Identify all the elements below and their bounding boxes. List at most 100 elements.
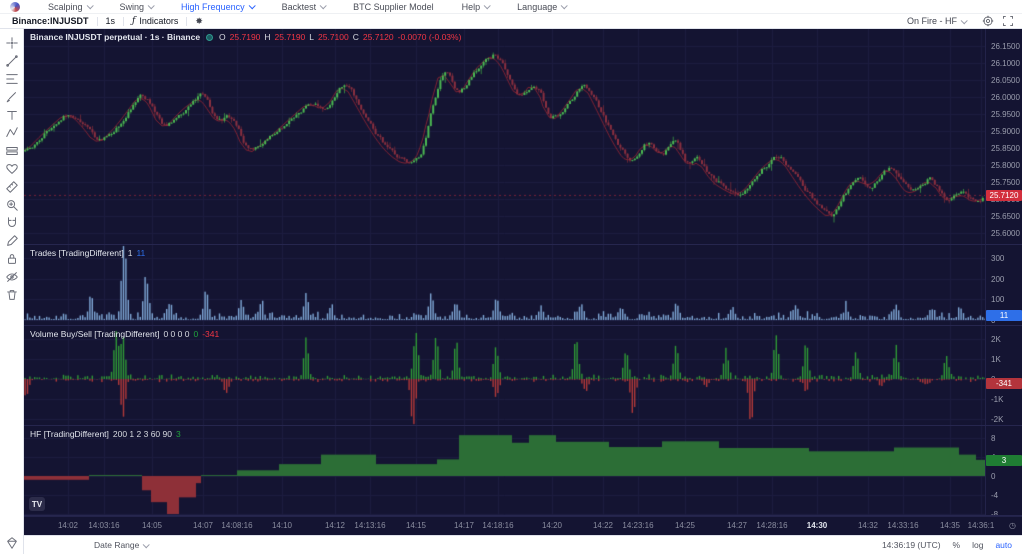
timezone-clock-icon[interactable]: ◷ [1009, 521, 1016, 530]
trend-line-icon [5, 54, 19, 68]
axis-tick-label: 200 [991, 275, 1004, 284]
volume-pane-legend: Volume Buy/Sell [TradingDifferent] 0 0 0… [30, 329, 219, 339]
price-pane[interactable]: Binance INJUSDT perpetual · 1s · Binance… [24, 29, 985, 244]
axis-tick-label: 25.6000 [991, 229, 1020, 238]
pane-separator[interactable] [24, 425, 1022, 426]
time-tick-label: 14:05 [142, 521, 162, 530]
templates-star-button[interactable]: ✸ [187, 14, 211, 29]
tool-magnet[interactable] [3, 215, 21, 230]
volume-pane[interactable]: Volume Buy/Sell [TradingDifferent] 0 0 0… [24, 326, 985, 425]
hf-pane-canvas[interactable] [24, 426, 985, 515]
menu-item-high-frequency[interactable]: High Frequency [167, 0, 268, 14]
chart-toolbar: Binance:INJUSDT 1s ƒ Indicators ✸ On Fir… [0, 14, 1022, 29]
menu-item-backtest[interactable]: Backtest [268, 0, 340, 14]
time-axis[interactable]: ◷ 14:0214:03:1614:0514:0714:08:1614:1014… [24, 516, 1022, 535]
axis-tick-label: 26.1000 [991, 59, 1020, 68]
tool-hide-all[interactable] [3, 269, 21, 284]
menu-item-scalping[interactable]: Scalping [34, 0, 106, 14]
trades-value: 11 [136, 248, 145, 258]
chart-region: Binance INJUSDT perpetual · 1s · Binance… [24, 29, 1022, 535]
clock-utc-label[interactable]: 14:36:19 (UTC) [882, 540, 941, 550]
trades-pane[interactable]: Trades [TradingDifferent] 1 11 [24, 245, 985, 325]
hf-axis[interactable]: 840-4-83 [985, 426, 1022, 515]
tool-xabcd-pattern[interactable] [3, 125, 21, 140]
menu-item-swing[interactable]: Swing [106, 0, 168, 14]
drawing-toolbar [0, 29, 24, 554]
volume-buy-value: 0 [193, 329, 198, 339]
tradingview-logo[interactable]: TV [29, 497, 45, 511]
time-tick-label: 14:10 [272, 521, 292, 530]
menu-item-help[interactable]: Help [448, 0, 504, 14]
hf-title[interactable]: HF [TradingDifferent] [30, 429, 109, 439]
symbol-description-label[interactable]: Binance INJUSDT perpetual · 1s · Binance [30, 32, 200, 42]
menu-items: Scalping Swing High FrequencyBacktestBTC S… [34, 0, 580, 14]
pane-separator[interactable] [24, 325, 1022, 326]
open-value: 25.7190 [230, 32, 261, 42]
tool-trend-line[interactable] [3, 53, 21, 68]
log-scale-button[interactable]: log [972, 540, 983, 550]
toolbar-right: On Fire - HF [899, 14, 1022, 29]
price-pane-canvas[interactable] [24, 29, 985, 244]
tool-drawing-mode[interactable] [3, 233, 21, 248]
tool-text[interactable] [3, 107, 21, 122]
trades-title[interactable]: Trades [TradingDifferent] [30, 248, 124, 258]
menu-bar: Scalping Swing High FrequencyBacktestBTC S… [0, 0, 1022, 14]
time-tick-label: 14:13:16 [354, 521, 385, 530]
indicators-button[interactable]: ƒ Indicators [124, 14, 186, 29]
volume-axis[interactable]: 2K1K0-1K-2K-341 [985, 326, 1022, 425]
hf-pane[interactable]: HF [TradingDifferent] 200 1 2 3 60 90 3 [24, 426, 985, 515]
change-value: -0.0070 (-0.03%) [398, 32, 462, 42]
magnet-icon [5, 216, 19, 230]
status-bar: Date Range 14:36:19 (UTC) % log auto [24, 535, 1022, 554]
symbol-search-button[interactable]: Binance:INJUSDT [4, 14, 97, 29]
pane-separator[interactable] [24, 515, 1022, 516]
tool-fib-retracement[interactable] [3, 71, 21, 86]
time-tick-label: 14:17 [454, 521, 474, 530]
time-tick-label: 14:07 [193, 521, 213, 530]
tool-emoji[interactable] [3, 161, 21, 176]
crosshair-icon [5, 36, 19, 50]
auto-scale-button[interactable]: auto [995, 540, 1012, 550]
time-tick-label: 14:15 [406, 521, 426, 530]
menu-item-label: Scalping [48, 2, 83, 12]
app-logo-icon[interactable] [10, 2, 20, 12]
trades-param: 1 [128, 248, 133, 258]
menu-item-btc-supplier-model[interactable]: BTC Supplier Model [339, 0, 448, 14]
time-tick-label: 14:22 [593, 521, 613, 530]
tool-long-short-position[interactable] [3, 143, 21, 158]
hf-pane-legend: HF [TradingDifferent] 200 1 2 3 60 90 3 [30, 429, 181, 439]
pane-separator[interactable] [24, 244, 1022, 245]
trades-axis[interactable]: 300200100011 [985, 245, 1022, 325]
chevron-down-icon [86, 2, 93, 9]
fib-retracement-icon [5, 72, 19, 86]
menu-item-language[interactable]: Language [503, 0, 580, 14]
tool-remove-all[interactable] [3, 287, 21, 302]
tool-zoom-in[interactable] [3, 197, 21, 212]
tool-brush[interactable] [3, 89, 21, 104]
menu-item-label: Swing [120, 2, 145, 12]
hf-params: 200 1 2 3 60 90 [113, 429, 172, 439]
time-tick-label: 14:32 [858, 521, 878, 530]
settings-gear-button[interactable] [982, 15, 994, 27]
time-tick-label: 14:27 [727, 521, 747, 530]
eye-slash-icon [5, 270, 19, 284]
tool-object-tree[interactable] [3, 535, 21, 550]
fullscreen-button[interactable] [1002, 15, 1014, 27]
volume-pane-canvas[interactable] [24, 326, 985, 425]
time-tick-label: 14:20 [542, 521, 562, 530]
interval-button[interactable]: 1s [98, 14, 124, 29]
tool-measure[interactable] [3, 179, 21, 194]
tool-crosshair[interactable] [3, 35, 21, 50]
volume-title[interactable]: Volume Buy/Sell [TradingDifferent] [30, 329, 159, 339]
date-range-button[interactable]: Date Range [94, 540, 148, 550]
percent-scale-button[interactable]: % [953, 540, 961, 550]
tool-lock-all[interactable] [3, 251, 21, 266]
menu-item-label: Help [462, 2, 481, 12]
price-axis[interactable]: 26.150026.100026.050026.000025.950025.90… [985, 29, 1022, 244]
layout-select[interactable]: On Fire - HF [899, 14, 974, 29]
live-status-icon[interactable] [206, 34, 213, 41]
axis-tick-label: -4 [991, 491, 998, 500]
symbol-label: Binance:INJUSDT [12, 16, 89, 26]
trades-pane-canvas[interactable] [24, 245, 985, 325]
axis-tick-label: 8 [991, 434, 995, 443]
